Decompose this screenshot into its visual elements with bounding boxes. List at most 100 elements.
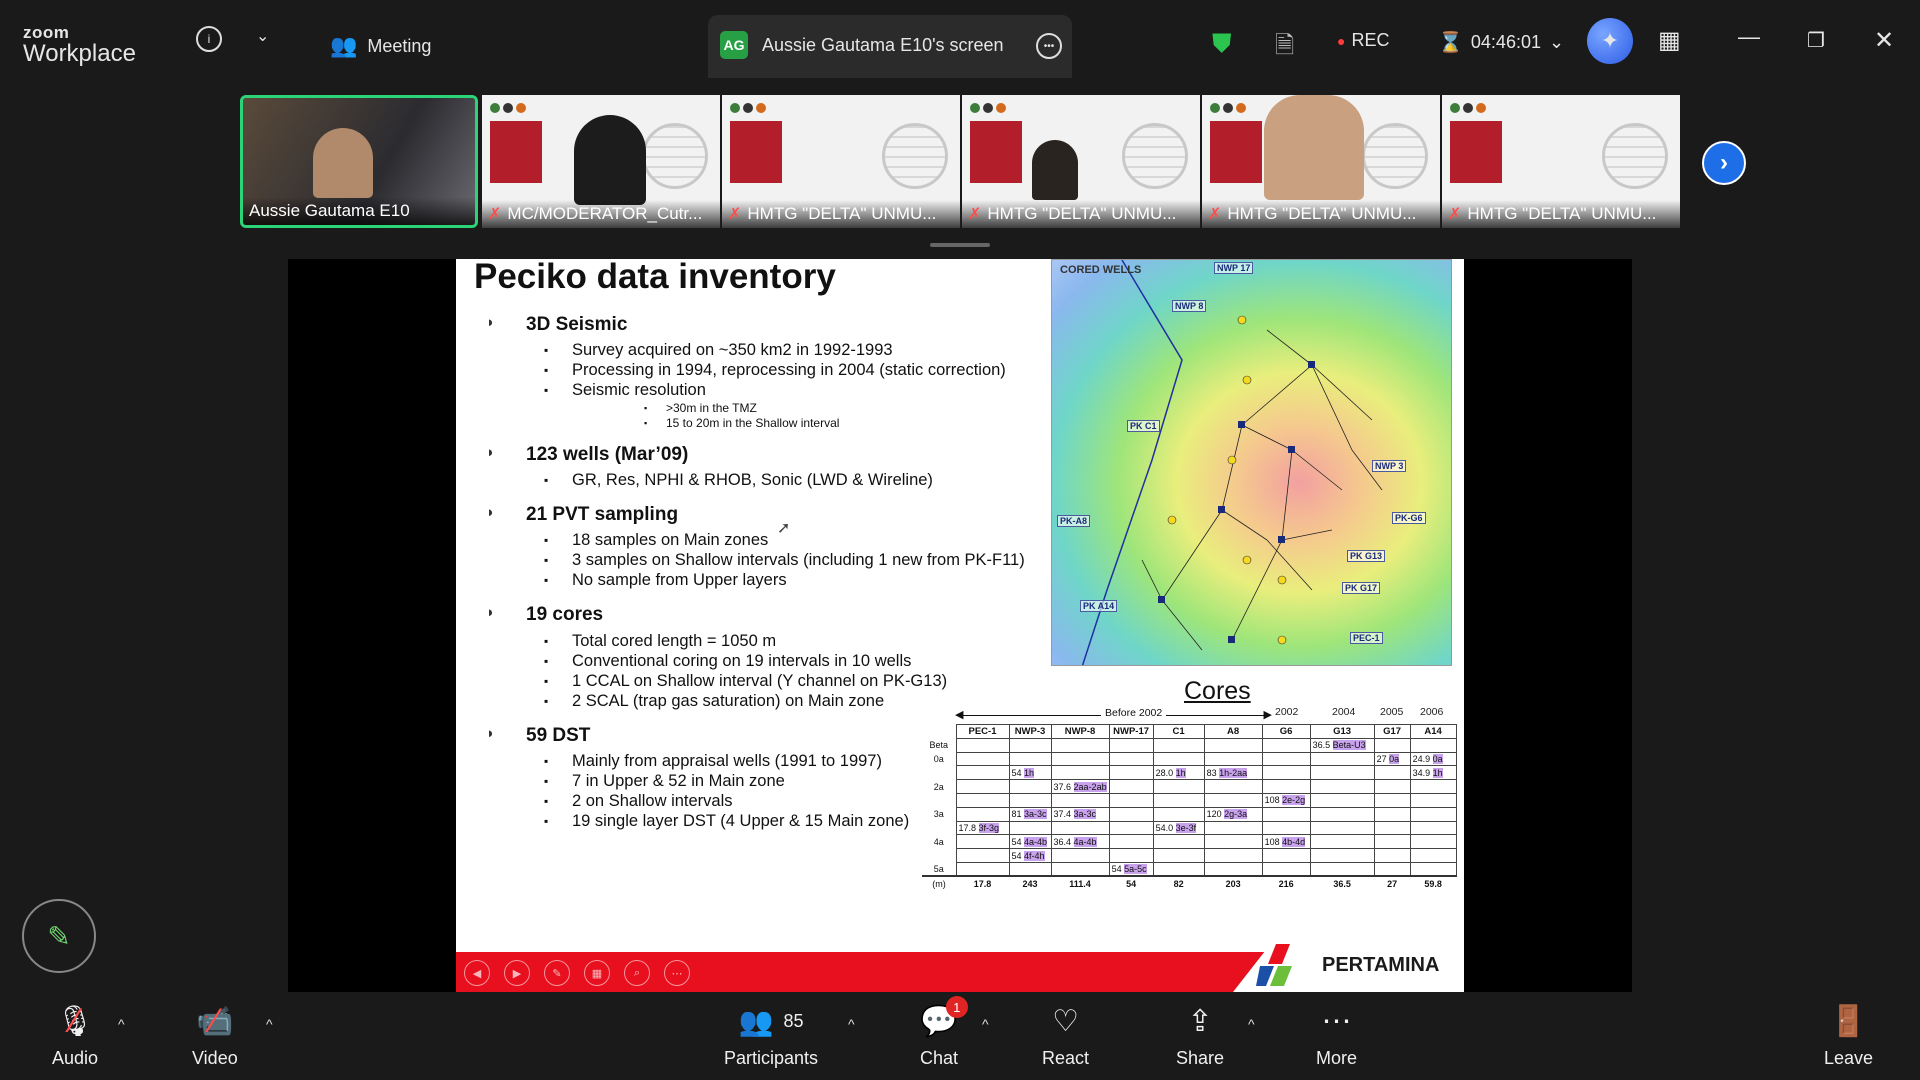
participant-tile[interactable]: ✗ HMTG "DELTA" UNMU... (1202, 95, 1440, 228)
ai-companion-button[interactable]: ✦ (1587, 18, 1633, 64)
meeting-dropdown-button[interactable]: ⌄ (256, 26, 269, 46)
participants-button[interactable]: 👥 85 Participants (724, 1000, 818, 1069)
core-cell: 108 4b-4d (1261, 834, 1311, 850)
share-options-caret[interactable]: ^ (1248, 1016, 1255, 1032)
core-cell: 36.5 Beta-U3 (1309, 737, 1375, 753)
audio-button[interactable]: 🎙 ⁄ Audio (52, 1000, 98, 1069)
year-label: 2002 (1275, 706, 1299, 718)
row-label: 5a (933, 863, 944, 874)
pen-icon[interactable]: ✎ (544, 960, 570, 986)
core-interval: 4b-4d (1282, 836, 1306, 847)
participants-icon: 👥 85 (738, 1005, 804, 1037)
table-header-row: PEC-1 NWP-3 NWP-8 NWP-17 C1 A8 G6 G13 G1… (922, 724, 1457, 739)
share-button[interactable]: ⇪ Share (1176, 1000, 1224, 1069)
shared-screen-label: Aussie Gautama E10's screen (762, 34, 1004, 55)
restore-button[interactable]: ❐ (1807, 28, 1825, 53)
minimize-button[interactable]: — (1738, 24, 1760, 50)
column-header: NWP-17 (1108, 724, 1154, 739)
participant-name: ✗ HMTG "DELTA" UNMU... (962, 200, 1200, 228)
bullet-item: 3 samples on Shallow intervals (includin… (544, 551, 1025, 570)
next-page-button[interactable]: › (1702, 141, 1746, 185)
column-header: G17 (1373, 724, 1411, 739)
mic-muted-icon: ✗ (1208, 206, 1222, 223)
column-header: A14 (1409, 724, 1457, 739)
row-label (922, 849, 956, 863)
section-heading: 123 wells (Mar’09) (486, 444, 688, 466)
bullet-item: Mainly from appraisal wells (1991 to 199… (544, 752, 882, 771)
pertamina-logo: PERTAMINA (1256, 942, 1439, 988)
share-label: Share (1176, 1048, 1225, 1068)
more-horizontal-icon: ••• (1036, 33, 1062, 59)
chat-options-caret[interactable]: ^ (982, 1016, 989, 1032)
core-cell: 54 5a-5c (1108, 861, 1154, 877)
screen-options-button[interactable]: ••• (1036, 33, 1062, 59)
leave-button[interactable]: 🚪 Leave (1824, 1000, 1873, 1069)
previous-slide-icon[interactable]: ◀ (464, 960, 490, 986)
core-cell: 27 0a (1373, 751, 1411, 767)
total-cell: 82 (1153, 875, 1205, 891)
more-label: More (1316, 1048, 1358, 1068)
participant-tile[interactable]: ✗ HMTG "DELTA" UNMU... (962, 95, 1200, 228)
zoom-icon[interactable]: ⌕ (624, 960, 650, 986)
security-shield-icon[interactable]: ⛊ (1212, 28, 1232, 60)
participants-options-caret[interactable]: ^ (848, 1016, 855, 1032)
core-interval: 0a (1432, 753, 1443, 764)
column-header: G13 (1309, 724, 1375, 739)
more-button[interactable]: ⋯ More (1316, 1000, 1357, 1069)
row-label: 2a (933, 781, 944, 792)
close-button[interactable]: ✕ (1874, 26, 1894, 55)
apps-grid-button[interactable]: ▦ (1658, 26, 1681, 55)
chat-button[interactable]: 💬 1 Chat (920, 996, 968, 1069)
core-interval: Beta-U3 (1332, 740, 1366, 751)
next-slide-icon[interactable]: ▶ (504, 960, 530, 986)
core-interval: 1h (1024, 767, 1035, 778)
section-heading: 21 PVT sampling (486, 504, 678, 526)
participant-name-text: HMTG "DELTA" UNMU... (747, 204, 937, 223)
core-length: 34.9 (1412, 767, 1431, 778)
participant-tile[interactable]: Aussie Gautama E10 (240, 95, 478, 228)
participant-strip: Aussie Gautama E10 ✗ MC/MODERATOR_Cutr...… (0, 78, 1920, 250)
participant-name: Aussie Gautama E10 (243, 197, 475, 225)
video-button[interactable]: 📹 ⁄ Video (192, 1000, 238, 1069)
slides-grid-icon[interactable]: ▦ (584, 960, 610, 986)
participant-tile[interactable]: ✗ MC/MODERATOR_Cutr... (482, 95, 720, 228)
captions-icon[interactable]: 🗎 (1275, 28, 1294, 69)
core-interval: 3a-3c (1073, 809, 1097, 820)
more-options-icon[interactable]: ⋯ (664, 960, 690, 986)
core-length: 28.0 (1155, 767, 1174, 778)
core-length: 108 (1264, 836, 1280, 847)
row-label (922, 821, 956, 835)
mouse-cursor-icon: ➚ (777, 520, 791, 537)
row-label (922, 793, 956, 807)
participant-tile[interactable]: ✗ HMTG "DELTA" UNMU... (722, 95, 960, 228)
core-interval: 3e-3f (1175, 822, 1197, 833)
meeting-label: Meeting (367, 35, 432, 56)
shared-screen-tab[interactable]: AG Aussie Gautama E10's screen ••• (708, 15, 1072, 78)
meeting-timer[interactable]: ⌛ 04:46:01 ⌄ (1438, 30, 1564, 55)
total-cell: 17.8 (956, 875, 1009, 891)
participants-label: Participants (724, 1048, 819, 1068)
info-button[interactable]: i (196, 26, 222, 52)
meeting-menu-button[interactable]: 👥 Meeting (330, 33, 431, 59)
participant-tile[interactable]: ✗ HMTG "DELTA" UNMU... (1442, 95, 1680, 228)
audio-options-caret[interactable]: ^ (118, 1016, 125, 1032)
recording-indicator[interactable]: ● REC (1337, 30, 1389, 51)
react-button[interactable]: ♡ React (1042, 1000, 1089, 1069)
table-row: 54 1h 28.0 1h 83 1h-2aa 34.9 1h (922, 765, 1457, 781)
core-length: 54 (1011, 850, 1022, 861)
cores-title: Cores (1184, 677, 1251, 705)
strip-resize-handle[interactable] (930, 243, 990, 247)
core-cell: 28.0 1h (1152, 765, 1205, 781)
core-interval: 2g-3a (1224, 809, 1248, 820)
video-off-icon: 📹 ⁄ (196, 1001, 234, 1040)
pencil-icon: ✎ (47, 920, 71, 952)
bullet-item: 18 samples on Main zones (544, 531, 768, 550)
map-label: NWP 8 (1172, 300, 1207, 312)
video-options-caret[interactable]: ^ (266, 1016, 273, 1032)
annotate-button[interactable]: ✎ (22, 899, 96, 973)
total-cell: 203 (1204, 875, 1263, 891)
chevron-right-icon: › (1720, 149, 1728, 176)
row-label: 0a (933, 753, 944, 764)
core-length: 120 (1206, 809, 1222, 820)
table-row: 2a 37.6 2aa-2ab (922, 779, 1457, 794)
